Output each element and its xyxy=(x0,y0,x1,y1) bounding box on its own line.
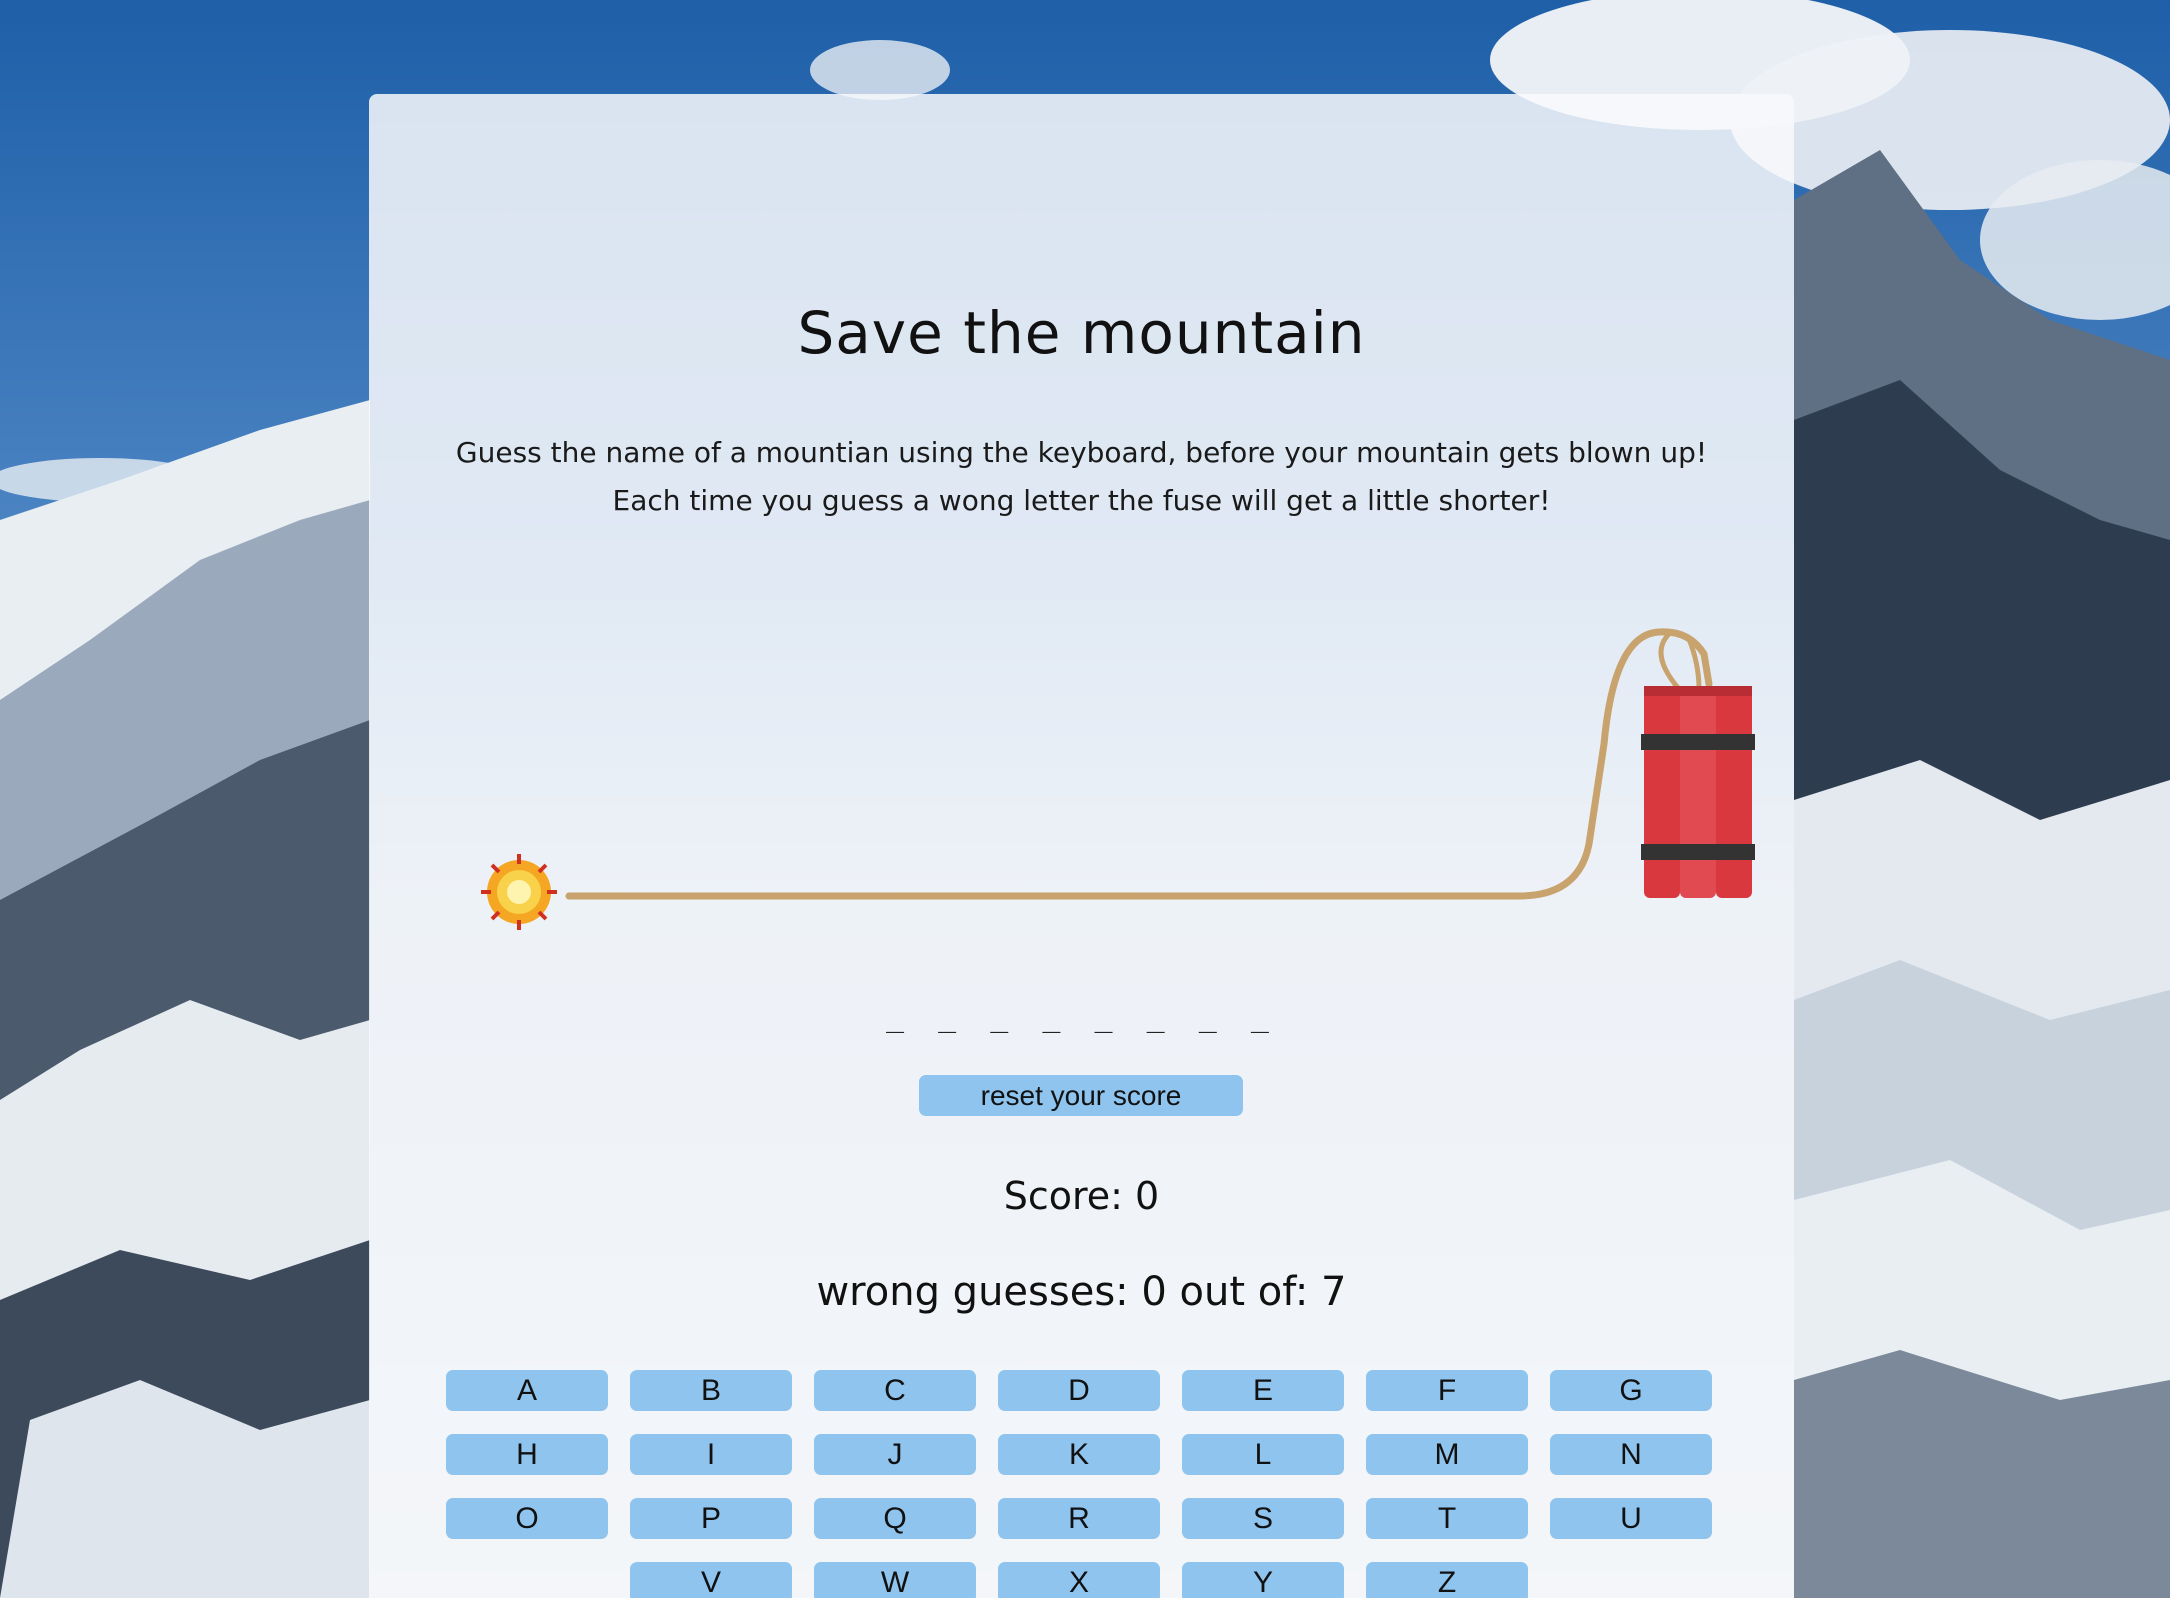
word-display: _ _ _ _ _ _ _ _ xyxy=(886,999,1277,1034)
game-panel: Save the mountain Guess the name of a mo… xyxy=(369,94,1794,1598)
key-q[interactable]: Q xyxy=(814,1498,976,1539)
key-z[interactable]: Z xyxy=(1366,1562,1528,1598)
key-e[interactable]: E xyxy=(1182,1370,1344,1411)
fuse-line xyxy=(565,628,1713,900)
key-l[interactable]: L xyxy=(1182,1434,1344,1475)
key-r[interactable]: R xyxy=(998,1498,1160,1539)
key-a[interactable]: A xyxy=(446,1370,608,1411)
key-x[interactable]: X xyxy=(998,1562,1160,1598)
dynamite-icon xyxy=(1641,686,1755,898)
key-i[interactable]: I xyxy=(630,1434,792,1475)
spark-icon xyxy=(481,854,557,930)
key-f[interactable]: F xyxy=(1366,1370,1528,1411)
key-u[interactable]: U xyxy=(1550,1498,1712,1539)
key-p[interactable]: P xyxy=(630,1498,792,1539)
key-j[interactable]: J xyxy=(814,1434,976,1475)
key-h[interactable]: H xyxy=(446,1434,608,1475)
wrong-guesses-text: wrong guesses: 0 out of: 7 xyxy=(816,1269,1347,1315)
key-b[interactable]: B xyxy=(630,1370,792,1411)
score-text: Score: 0 xyxy=(1003,1174,1160,1218)
key-n[interactable]: N xyxy=(1550,1434,1712,1475)
game-instructions: Guess the name of a mountian using the k… xyxy=(455,436,1708,517)
key-o[interactable]: O xyxy=(446,1498,608,1539)
key-d[interactable]: D xyxy=(998,1370,1160,1411)
key-s[interactable]: S xyxy=(1182,1498,1344,1539)
key-g[interactable]: G xyxy=(1550,1370,1712,1411)
reset-score-button[interactable]: reset your score xyxy=(919,1075,1243,1116)
key-v[interactable]: V xyxy=(630,1562,792,1598)
key-k[interactable]: K xyxy=(998,1434,1160,1475)
key-t[interactable]: T xyxy=(1366,1498,1528,1539)
page-title: Save the mountain xyxy=(797,299,1366,367)
key-m[interactable]: M xyxy=(1366,1434,1528,1475)
key-w[interactable]: W xyxy=(814,1562,976,1598)
key-y[interactable]: Y xyxy=(1182,1562,1344,1598)
key-c[interactable]: C xyxy=(814,1370,976,1411)
fuse-illustration xyxy=(481,628,1755,930)
